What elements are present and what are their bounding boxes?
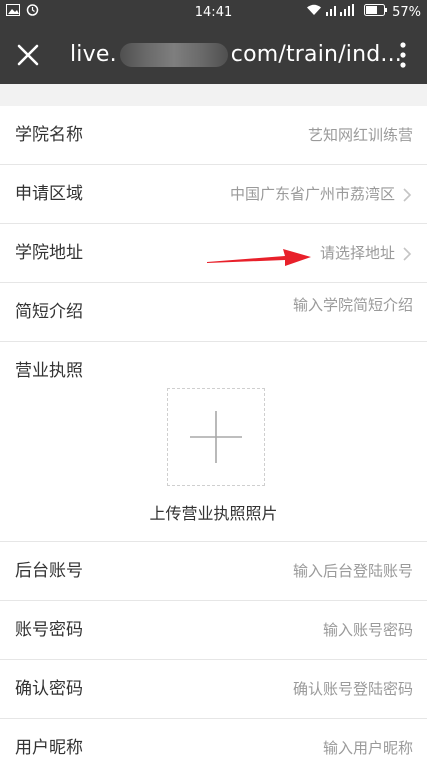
wifi-icon: [306, 0, 322, 26]
academy-name-label: 学院名称: [15, 125, 83, 145]
confirm-password-row[interactable]: 确认密码 确认账号登陆密码: [0, 660, 427, 719]
chevron-right-icon: [403, 247, 412, 261]
apply-region-value[interactable]: 中国广东省广州市荔湾区: [230, 165, 395, 224]
more-menu-button[interactable]: [387, 33, 419, 77]
upload-license-button[interactable]: [167, 388, 265, 486]
apply-region-row[interactable]: 申请区域 中国广东省广州市荔湾区: [0, 165, 427, 224]
academy-address-label: 学院地址: [15, 243, 83, 263]
nickname-row[interactable]: 用户昵称 输入用户昵称: [0, 719, 427, 778]
academy-name-row[interactable]: 学院名称 艺知网红训练营: [0, 106, 427, 165]
url-redacted-part: [119, 43, 228, 67]
signal-icon: [326, 0, 360, 26]
battery-percent: 57%: [392, 5, 421, 20]
account-password-row[interactable]: 账号密码 输入账号密码: [0, 601, 427, 660]
backend-account-label: 后台账号: [15, 561, 83, 581]
short-intro-row[interactable]: 简短介绍 输入学院简短介绍: [0, 283, 427, 342]
confirm-password-input[interactable]: 确认账号登陆密码: [293, 660, 413, 719]
close-icon: [17, 44, 39, 66]
url-prefix: live.: [70, 42, 117, 67]
short-intro-input[interactable]: 输入学院简短介绍: [293, 283, 413, 342]
url-suffix: com/train/ind...: [230, 42, 402, 67]
page-url-title: live. com/train/ind...: [70, 26, 402, 84]
business-license-label: 营业执照: [15, 361, 83, 381]
apply-region-label: 申请区域: [15, 184, 83, 204]
academy-address-placeholder[interactable]: 请选择地址: [320, 224, 395, 283]
status-bar: 14:41 57%: [0, 0, 427, 26]
plus-icon: [190, 411, 242, 463]
top-spacer: [0, 84, 427, 106]
short-intro-label: 简短介绍: [15, 302, 83, 322]
chevron-right-icon: [403, 188, 412, 202]
nickname-input[interactable]: 输入用户昵称: [323, 719, 413, 778]
backend-account-input[interactable]: 输入后台登陆账号: [293, 542, 413, 601]
academy-name-value[interactable]: 艺知网红训练营: [308, 106, 413, 165]
nickname-label: 用户昵称: [15, 738, 83, 758]
status-right-icons: 57%: [306, 0, 421, 26]
account-password-label: 账号密码: [15, 620, 83, 640]
confirm-password-label: 确认密码: [15, 679, 83, 699]
account-password-input[interactable]: 输入账号密码: [323, 601, 413, 660]
battery-icon: [364, 0, 388, 26]
backend-account-row[interactable]: 后台账号 输入后台登陆账号: [0, 542, 427, 601]
upload-license-caption: 上传营业执照照片: [149, 504, 278, 523]
browser-title-bar: live. com/train/ind...: [0, 26, 427, 84]
annotation-arrow-icon: [207, 249, 311, 266]
close-button[interactable]: [6, 33, 50, 77]
more-vertical-icon: [400, 42, 406, 68]
